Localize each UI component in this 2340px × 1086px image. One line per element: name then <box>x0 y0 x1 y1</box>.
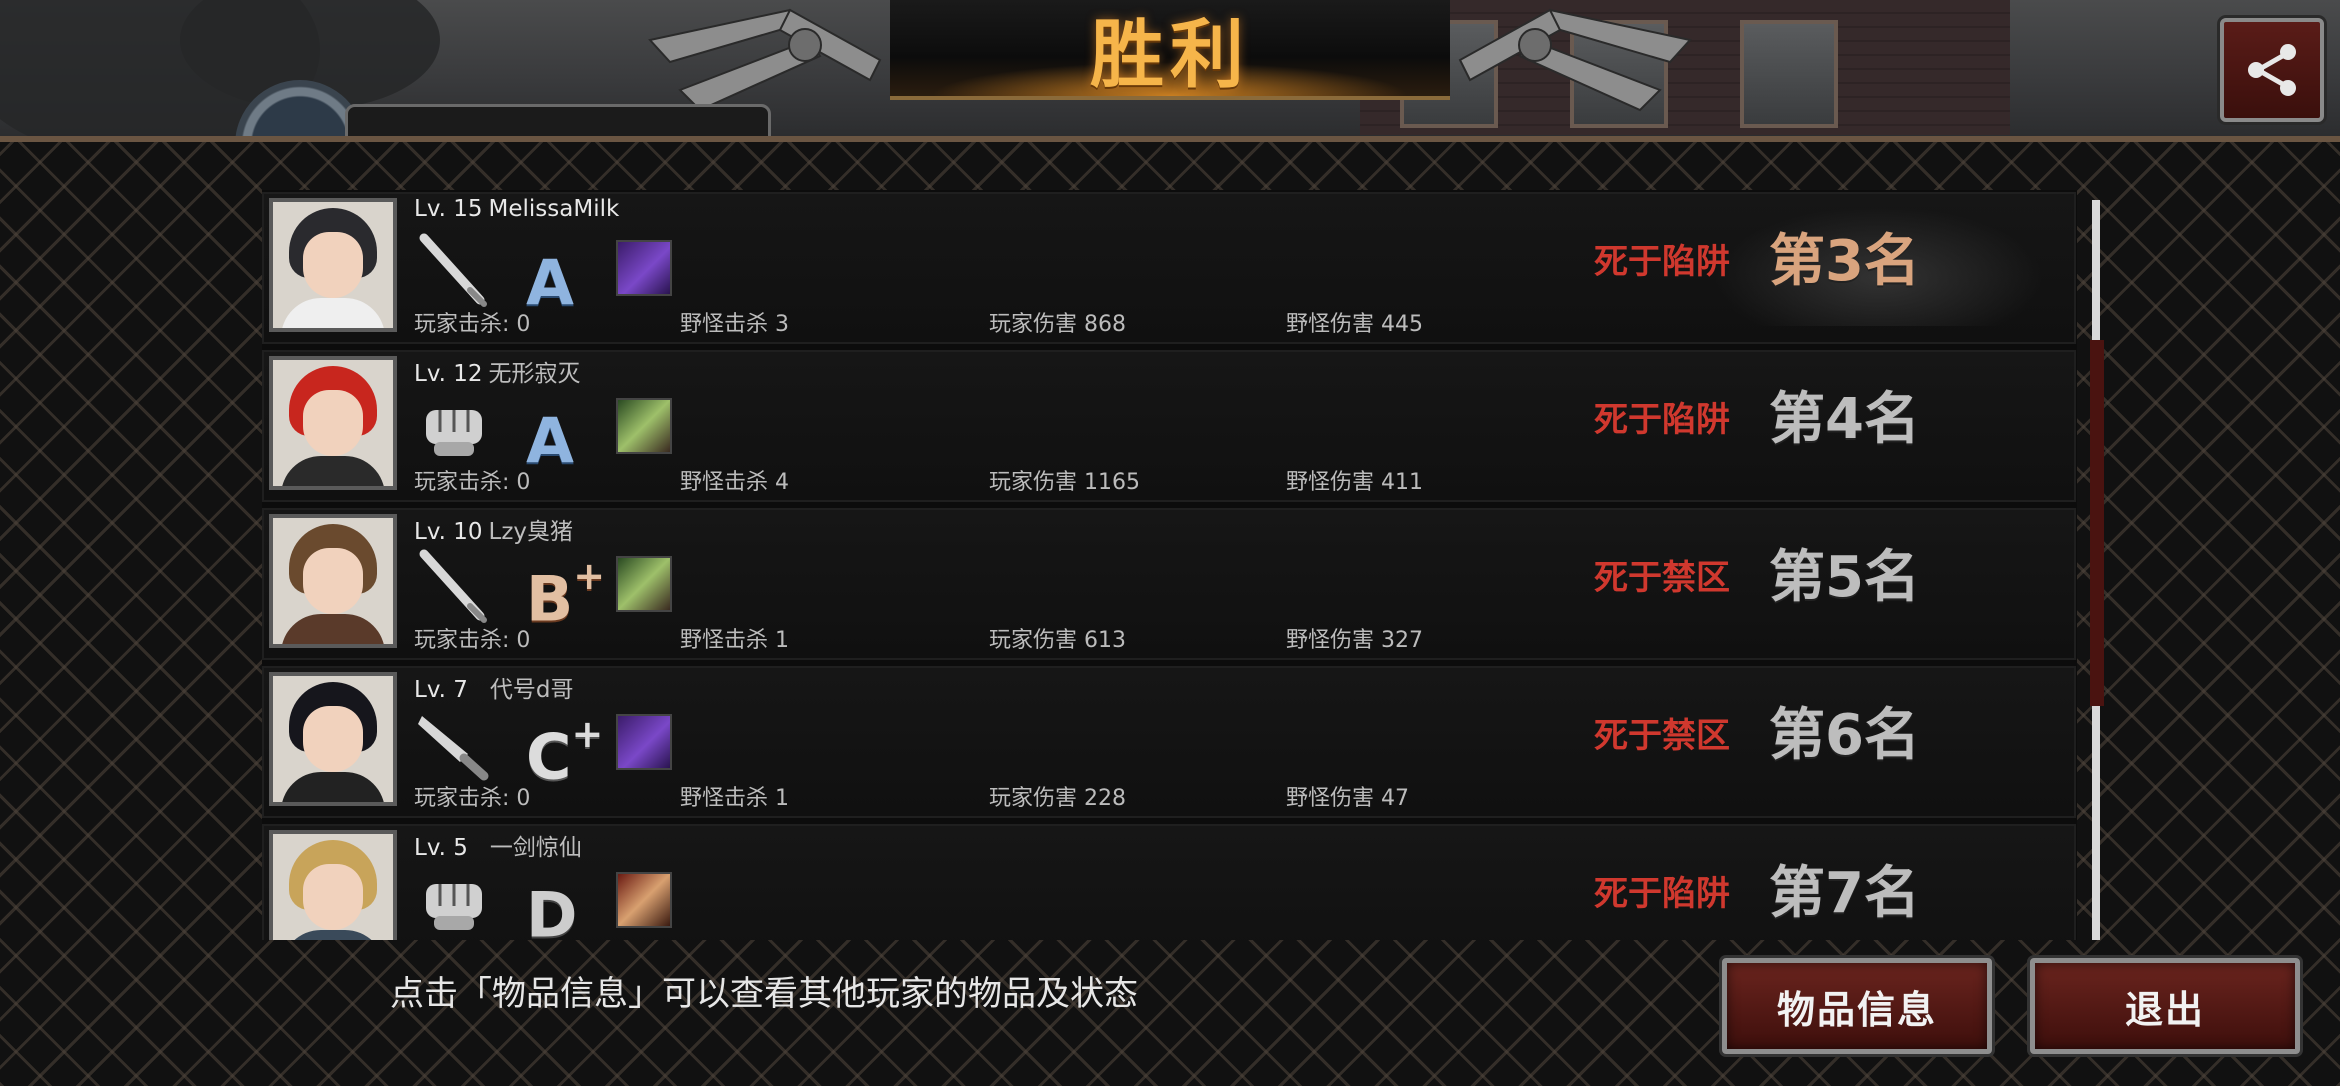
ranking-row[interactable]: Lv. 7 代号d哥 C+ 玩家击杀: 0 野怪击杀 1 玩家伤害 228 野怪伤… <box>262 666 2076 818</box>
ranking-row[interactable]: Lv. 5 一剑惊仙 D 死于陷阱 第7名 <box>262 824 2076 940</box>
monster-damage-stat: 野怪伤害 47 <box>1286 786 1410 811</box>
monster-kills-stat: 野怪击杀 1 <box>680 786 790 811</box>
player-portrait <box>269 198 397 332</box>
player-level: Lv. 10 <box>414 519 483 545</box>
green-girl-icon[interactable] <box>616 398 672 454</box>
player-damage-stat: 玩家伤害 868 <box>989 312 1127 337</box>
player-level: Lv. 12 <box>414 361 483 387</box>
share-icon <box>2248 44 2296 96</box>
bat-icon <box>419 233 487 307</box>
player-kills-stat: 玩家击杀: 0 <box>414 786 531 811</box>
monster-kills-stat: 野怪击杀 3 <box>680 312 790 337</box>
scrollbar-thumb[interactable] <box>2090 340 2104 706</box>
rank-label: 第3名 <box>1769 229 1920 294</box>
page-title: 胜利 <box>1090 11 1250 98</box>
red-hero-icon[interactable] <box>616 872 672 928</box>
death-cause: 死于禁区 <box>1594 558 1730 598</box>
player-level-name: Lv. 15 MelissaMilk <box>414 196 619 222</box>
crossed-guns-left-icon <box>648 8 882 112</box>
player-level-name: Lv. 5 一剑惊仙 <box>414 828 582 862</box>
death-cause: 死于陷阱 <box>1594 400 1730 440</box>
player-level: Lv. 7 <box>414 677 468 703</box>
monster-damage-stat: 野怪伤害 445 <box>1286 312 1424 337</box>
player-name: MelissaMilk <box>488 196 620 222</box>
player-damage-stat: 玩家伤害 1165 <box>989 470 1141 495</box>
monster-kills-stat: 野怪击杀 1 <box>680 628 790 653</box>
ranking-row[interactable]: Lv. 12 无形寂灭 A 玩家击杀: 0 野怪击杀 4 玩家伤害 1165 野怪… <box>262 350 2076 502</box>
player-name: 无形寂灭 <box>488 361 581 387</box>
monster-damage-stat: 野怪伤害 411 <box>1286 470 1424 495</box>
player-portrait <box>269 514 397 648</box>
fist-icon <box>426 410 482 456</box>
house-window <box>1740 20 1838 128</box>
ranking-row[interactable]: Lv. 10 Lzy臭猪 B+ 玩家击杀: 0 野怪击杀 1 玩家伤害 613 野… <box>262 508 2076 660</box>
hint-text: 点击「物品信息」可以查看其他玩家的物品及状态 <box>390 974 1138 1014</box>
share-button[interactable] <box>2220 18 2324 122</box>
knife-icon <box>418 716 489 781</box>
player-portrait <box>269 672 397 806</box>
death-cause: 死于禁区 <box>1594 716 1730 756</box>
rank-label: 第5名 <box>1769 545 1920 610</box>
player-name: 代号d哥 <box>489 677 574 703</box>
purple-creature-icon[interactable] <box>616 714 672 770</box>
player-portrait <box>269 830 397 940</box>
rank-label: 第7名 <box>1769 861 1920 926</box>
player-damage-stat: 玩家伤害 228 <box>989 786 1127 811</box>
player-name: 一剑惊仙 <box>489 835 582 861</box>
player-kills-stat: 玩家击杀: 0 <box>414 312 531 337</box>
grade-badge: D <box>526 878 578 940</box>
player-portrait <box>269 356 397 490</box>
crossed-guns-right-icon <box>1458 8 1692 112</box>
ranking-list[interactable]: Lv. 15 MelissaMilk A 玩家击杀: 0 野怪击杀 3 玩家伤害 … <box>262 190 2077 940</box>
player-level-name: Lv. 12 无形寂灭 <box>414 354 581 388</box>
grade-badge: A <box>526 246 574 320</box>
player-level: Lv. 15 <box>414 196 483 222</box>
fist-icon <box>426 884 482 930</box>
grade-badge: B+ <box>526 554 606 636</box>
death-cause: 死于陷阱 <box>1594 242 1730 282</box>
rank-label: 第6名 <box>1769 703 1920 768</box>
player-kills-stat: 玩家击杀: 0 <box>414 470 531 495</box>
player-name: Lzy臭猪 <box>488 519 574 545</box>
item-info-button[interactable]: 物品信息 <box>1722 958 1992 1054</box>
purple-creature-icon[interactable] <box>616 240 672 296</box>
rank-label: 第4名 <box>1769 387 1920 452</box>
grade-badge: C+ <box>526 712 604 794</box>
player-kills-stat: 玩家击杀: 0 <box>414 628 531 653</box>
monster-kills-stat: 野怪击杀 4 <box>680 470 790 495</box>
monster-damage-stat: 野怪伤害 327 <box>1286 628 1424 653</box>
ranking-row[interactable]: Lv. 15 MelissaMilk A 玩家击杀: 0 野怪击杀 3 玩家伤害 … <box>262 192 2076 344</box>
green-girl-icon[interactable] <box>616 556 672 612</box>
bat-icon <box>419 549 487 623</box>
victory-banner: 胜利 <box>890 0 1450 100</box>
grade-badge: A <box>526 404 574 478</box>
player-level-name: Lv. 7 代号d哥 <box>414 670 574 704</box>
player-damage-stat: 玩家伤害 613 <box>989 628 1127 653</box>
exit-button[interactable]: 退出 <box>2030 958 2300 1054</box>
player-level: Lv. 5 <box>414 835 468 861</box>
player-level-name: Lv. 10 Lzy臭猪 <box>414 512 573 546</box>
death-cause: 死于陷阱 <box>1594 874 1730 914</box>
